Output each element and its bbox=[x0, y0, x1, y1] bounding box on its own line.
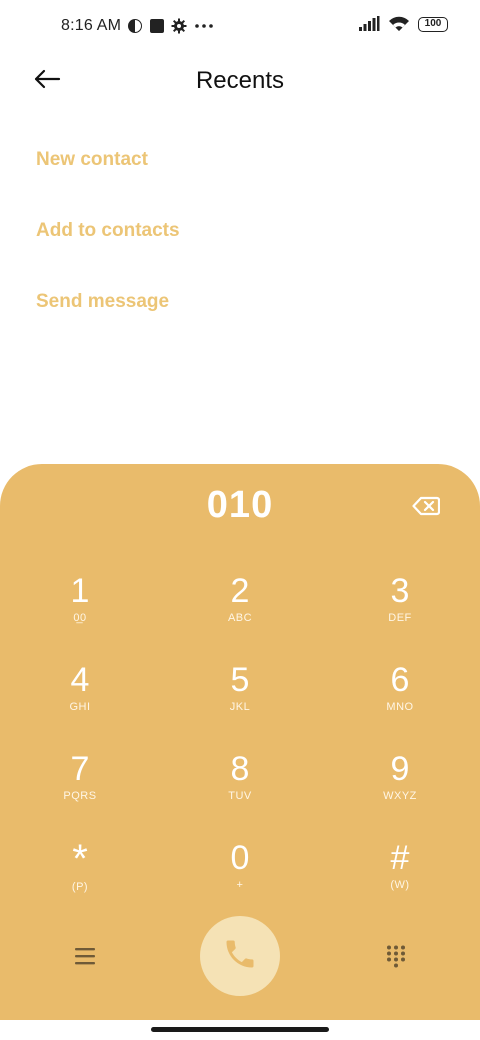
backspace-icon bbox=[412, 496, 441, 520]
key-digit: 0 bbox=[230, 839, 250, 877]
key-letters: PQRS bbox=[63, 790, 97, 802]
status-right: 100 bbox=[358, 16, 448, 32]
header: Recents bbox=[0, 56, 480, 108]
status-time: 8:16 AM bbox=[61, 17, 122, 34]
key-5[interactable]: 5 JKL bbox=[180, 661, 300, 741]
key-letters: 0̲0 bbox=[73, 612, 87, 624]
key-star[interactable]: * (P) bbox=[20, 839, 140, 919]
page-title: Recents bbox=[195, 67, 285, 94]
key-8[interactable]: 8 TUV bbox=[180, 750, 300, 830]
key-digit: * bbox=[72, 837, 88, 881]
phone-icon bbox=[222, 936, 258, 977]
key-digit: 1 bbox=[70, 572, 90, 610]
key-6[interactable]: 6 MNO bbox=[340, 661, 460, 741]
dialpad-icon bbox=[384, 945, 408, 972]
menu-icon bbox=[72, 948, 98, 972]
key-letters: MNO bbox=[386, 701, 414, 713]
dialer-bottom-bar bbox=[0, 916, 480, 996]
gear-icon bbox=[171, 18, 187, 34]
dialer-panel: 010 1 0̲0 2 ABC 3 DEF 4 GHI 5 JKL 6 MNO bbox=[0, 464, 480, 1020]
key-digit: 6 bbox=[390, 661, 410, 699]
key-letters: DEF bbox=[388, 612, 412, 624]
pie-icon bbox=[127, 18, 143, 34]
key-7[interactable]: 7 PQRS bbox=[20, 750, 140, 830]
key-letters: WXYZ bbox=[383, 790, 417, 802]
key-letters: (W) bbox=[390, 879, 410, 891]
wifi-icon bbox=[388, 16, 410, 32]
menu-button[interactable] bbox=[72, 944, 98, 968]
key-letters: (P) bbox=[71, 881, 89, 893]
new-contact-button[interactable]: New contact bbox=[36, 140, 180, 211]
key-0[interactable]: 0 + bbox=[180, 839, 300, 919]
key-letters: TUV bbox=[228, 790, 252, 802]
key-digit: # bbox=[390, 839, 410, 877]
send-message-button[interactable]: Send message bbox=[36, 282, 180, 353]
key-digit: 4 bbox=[70, 661, 90, 699]
more-icon bbox=[193, 18, 215, 34]
key-letters: GHI bbox=[69, 701, 91, 713]
key-letters: ABC bbox=[227, 612, 253, 624]
action-list: New contact Add to contacts Send message bbox=[36, 140, 180, 353]
key-digit: 3 bbox=[390, 572, 410, 610]
status-bar: 8:16 AM 100 bbox=[0, 0, 480, 56]
add-to-contacts-button[interactable]: Add to contacts bbox=[36, 211, 180, 282]
battery-icon: 100 bbox=[418, 16, 448, 32]
key-digit: 7 bbox=[70, 750, 90, 788]
navigation-bar bbox=[0, 1020, 480, 1040]
key-3[interactable]: 3 DEF bbox=[340, 572, 460, 652]
key-digit: 9 bbox=[390, 750, 410, 788]
key-digit: 2 bbox=[230, 572, 250, 610]
key-digit: 5 bbox=[230, 661, 250, 699]
status-left: 8:16 AM bbox=[61, 17, 215, 35]
call-button[interactable] bbox=[200, 916, 280, 996]
square-icon bbox=[149, 18, 165, 34]
dialpad-button[interactable] bbox=[384, 944, 408, 968]
key-hash[interactable]: # (W) bbox=[340, 839, 460, 919]
key-2[interactable]: 2 ABC bbox=[180, 572, 300, 652]
key-4[interactable]: 4 GHI bbox=[20, 661, 140, 741]
key-digit: 8 bbox=[230, 750, 250, 788]
key-letters: + bbox=[236, 879, 244, 891]
home-indicator[interactable] bbox=[151, 1027, 329, 1032]
signal-icon bbox=[358, 16, 380, 32]
backspace-button[interactable] bbox=[412, 496, 441, 516]
key-9[interactable]: 9 WXYZ bbox=[340, 750, 460, 830]
key-letters: JKL bbox=[229, 701, 251, 713]
key-1[interactable]: 1 0̲0 bbox=[20, 572, 140, 652]
dialed-number: 010 bbox=[206, 484, 274, 526]
